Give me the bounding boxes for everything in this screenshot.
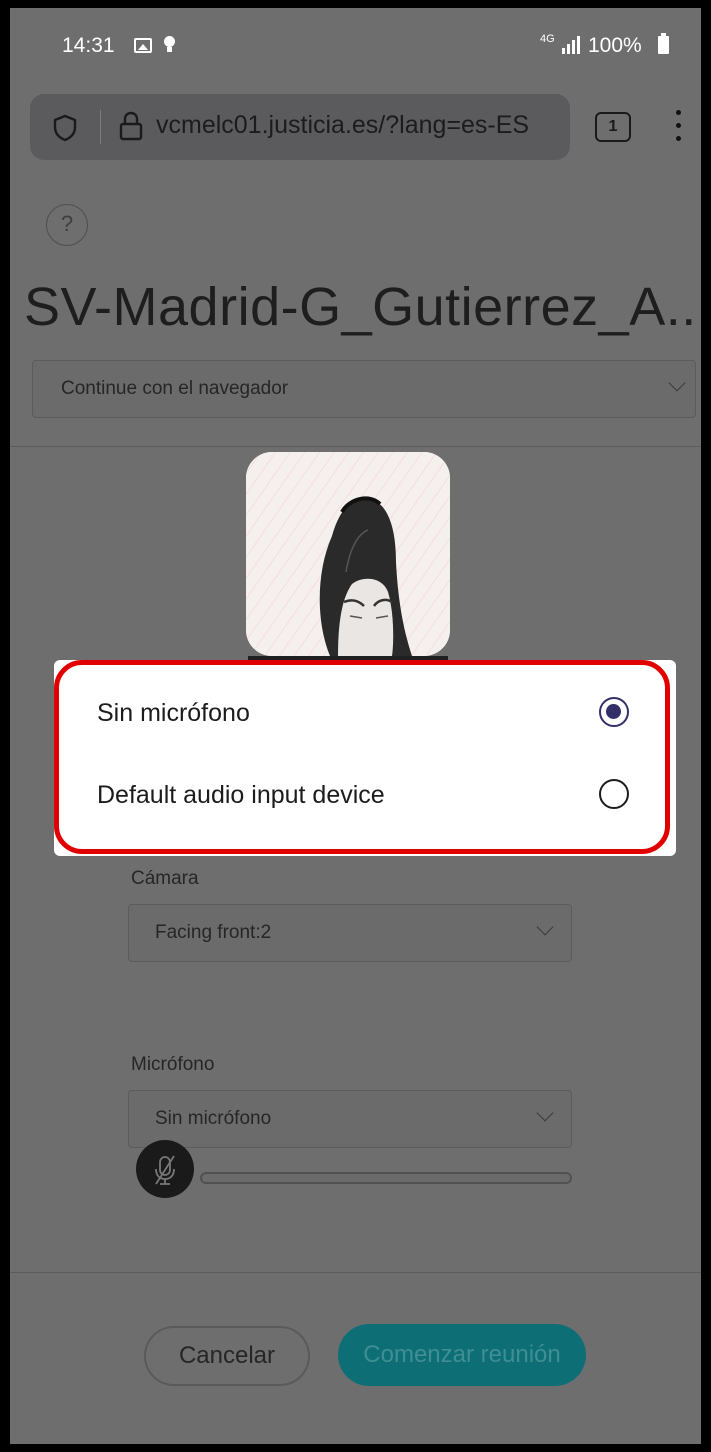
more-menu-icon[interactable] [670, 110, 686, 150]
mic-value: Sin micrófono [155, 1108, 272, 1129]
mic-label: Micrófono [131, 1054, 215, 1075]
phone-screen: 14:31 4G 100% vcmelc01.justicia.es/?lang… [10, 8, 701, 1444]
mic-option-default-device[interactable]: Default audio input device [59, 755, 665, 835]
status-bar: 14:31 4G 100% [10, 8, 701, 80]
join-mode-select[interactable]: Continue con el navegador [32, 360, 696, 418]
mic-option-sin-microfono[interactable]: Sin micrófono [59, 673, 665, 753]
battery-icon [658, 33, 669, 54]
start-meeting-button[interactable]: Comenzar reunión [338, 1324, 586, 1386]
battery-percent: 100% [588, 34, 642, 57]
url-text[interactable]: vcmelc01.justicia.es/?lang=es-ES [156, 111, 568, 140]
gallery-notification-icon [134, 38, 152, 53]
mic-options-popup: Sin micrófono Default audio input device [54, 660, 670, 854]
tab-switcher-button[interactable]: 1 [595, 112, 631, 142]
mic-level-meter [200, 1172, 572, 1184]
address-separator [100, 110, 101, 144]
chevron-down-icon [536, 1104, 554, 1122]
camera-select[interactable]: Facing front:2 [128, 904, 572, 962]
camera-label: Cámara [131, 868, 199, 889]
radio-icon[interactable] [599, 697, 629, 727]
radio-icon[interactable] [599, 779, 629, 809]
divider [10, 446, 701, 447]
cancel-button[interactable]: Cancelar [144, 1326, 310, 1386]
mic-muted-icon[interactable] [136, 1140, 194, 1198]
divider [10, 1272, 701, 1273]
signal-icon [562, 36, 580, 54]
camera-value: Facing front:2 [155, 922, 272, 943]
mic-select[interactable]: Sin micrófono [128, 1090, 572, 1148]
avatar [246, 452, 450, 656]
option-label: Sin micrófono [97, 699, 250, 727]
address-bar[interactable]: vcmelc01.justicia.es/?lang=es-ES [30, 94, 570, 160]
shield-icon[interactable] [52, 114, 78, 142]
chevron-down-icon [536, 918, 554, 936]
browser-toolbar: vcmelc01.justicia.es/?lang=es-ES 1 [10, 80, 701, 176]
help-icon[interactable]: ? [46, 204, 88, 246]
bulb-notification-icon [164, 36, 175, 52]
join-mode-value: Continue con el navegador [61, 378, 289, 399]
page-title: SV-Madrid-G_Gutierrez_A... [24, 277, 694, 337]
chevron-down-icon [668, 374, 686, 392]
option-label: Default audio input device [97, 781, 385, 809]
network-type: 4G [540, 33, 555, 45]
status-time: 14:31 [62, 34, 115, 57]
lock-icon[interactable] [118, 110, 144, 142]
